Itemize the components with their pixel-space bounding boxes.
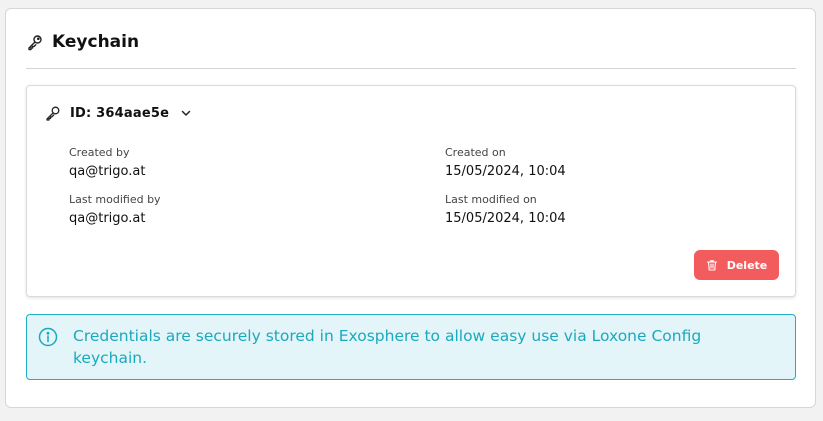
delete-button[interactable]: Delete bbox=[694, 250, 779, 280]
info-circle-icon bbox=[38, 327, 58, 347]
info-message: Credentials are securely stored in Exosp… bbox=[73, 327, 702, 367]
created-on-value: 15/05/2024, 10:04 bbox=[445, 164, 566, 179]
keychain-panel: Keychain ID: 364aae5e Created by qa@trig… bbox=[5, 8, 816, 408]
keychain-entry-card: ID: 364aae5e Created by qa@trigo.at Crea… bbox=[26, 85, 796, 297]
chevron-down-icon[interactable] bbox=[180, 107, 192, 119]
last-modified-by-value: qa@trigo.at bbox=[69, 211, 146, 226]
panel-title: Keychain bbox=[52, 32, 140, 52]
entry-id: ID: 364aae5e bbox=[70, 105, 170, 121]
created-by-value: qa@trigo.at bbox=[69, 164, 146, 179]
divider bbox=[26, 68, 796, 69]
last-modified-on-value: 15/05/2024, 10:04 bbox=[445, 211, 566, 226]
delete-button-label: Delete bbox=[726, 258, 768, 272]
last-modified-by-label: Last modified by bbox=[69, 193, 161, 206]
trash-icon bbox=[706, 259, 718, 271]
created-on-label: Created on bbox=[445, 146, 506, 159]
key-icon bbox=[45, 105, 61, 121]
created-by-label: Created by bbox=[69, 146, 130, 159]
info-alert: Credentials are securely stored in Exosp… bbox=[26, 314, 796, 380]
key-outline-icon bbox=[26, 33, 44, 51]
entry-header[interactable]: ID: 364aae5e bbox=[45, 104, 192, 122]
last-modified-on-label: Last modified on bbox=[445, 193, 537, 206]
panel-header: Keychain bbox=[26, 31, 139, 53]
